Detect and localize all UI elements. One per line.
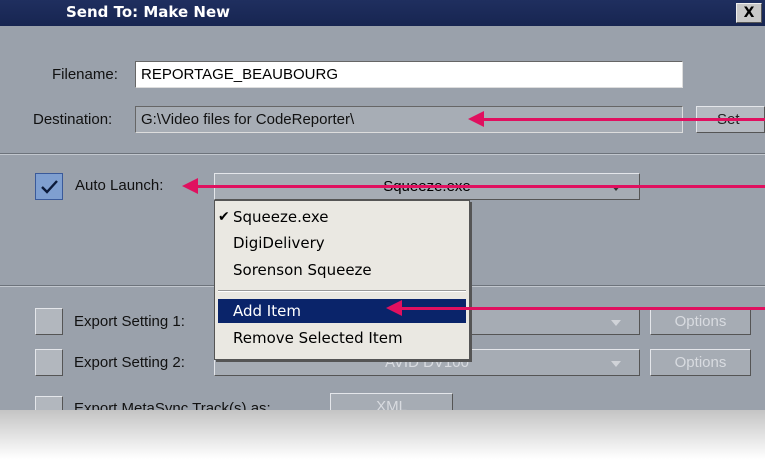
auto-launch-menu: ✔ Squeeze.exe DigiDelivery Sorenson Sque…: [214, 200, 470, 360]
export-setting-2-options-button[interactable]: Options: [650, 349, 751, 376]
export-metasync-value: XML: [376, 398, 407, 410]
export-setting-1-label: Export Setting 1:: [74, 313, 185, 330]
menu-item-sorenson-squeeze[interactable]: Sorenson Squeeze: [218, 258, 466, 282]
auto-launch-label: Auto Launch:: [75, 177, 164, 194]
export-setting-1-checkbox[interactable]: [35, 308, 63, 335]
dialog-title: Send To: Make New: [66, 3, 230, 21]
filename-label: Filename:: [52, 66, 118, 83]
title-bar: Send To: Make New X: [0, 0, 765, 26]
filename-input[interactable]: REPORTAGE_BEAUBOURG: [135, 61, 683, 88]
auto-launch-checkbox[interactable]: [35, 173, 63, 200]
separator: [0, 153, 765, 155]
menu-item-remove-selected-item[interactable]: Remove Selected Item: [218, 326, 466, 350]
send-to-dialog: Send To: Make New X Filename: REPORTAGE_…: [0, 0, 765, 410]
export-metasync-checkbox[interactable]: [35, 396, 63, 410]
checkmark-icon: [41, 180, 58, 194]
export-setting-1-options-button[interactable]: Options: [650, 308, 751, 335]
export-metasync-dropdown[interactable]: XML: [330, 393, 453, 410]
checkmark-icon: ✔: [218, 209, 230, 225]
destination-label: Destination:: [33, 111, 113, 128]
chevron-down-icon: [611, 361, 621, 367]
menu-item-squeeze[interactable]: ✔ Squeeze.exe: [218, 205, 466, 229]
close-button[interactable]: X: [736, 3, 762, 23]
export-setting-2-label: Export Setting 2:: [74, 354, 185, 371]
bottom-fade: [0, 410, 765, 459]
export-setting-2-checkbox[interactable]: [35, 349, 63, 376]
menu-item-digidelivery[interactable]: DigiDelivery: [218, 231, 466, 255]
export-metasync-label: Export MetaSync Track(s) as:: [74, 400, 271, 410]
chevron-down-icon: [611, 320, 621, 326]
menu-separator: [218, 290, 466, 292]
menu-item-add-item[interactable]: Add Item: [218, 299, 466, 323]
